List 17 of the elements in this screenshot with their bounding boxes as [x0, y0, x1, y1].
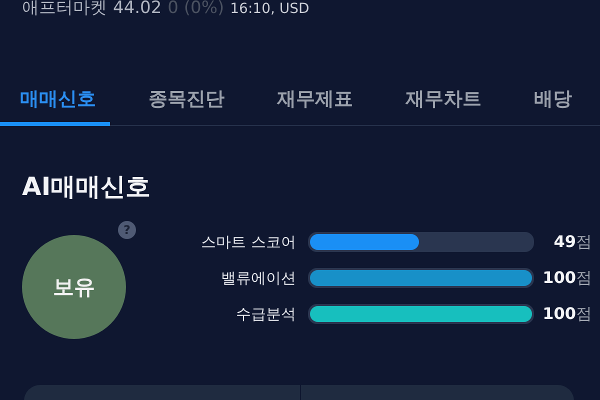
score-label: 밸류에이션	[220, 268, 296, 288]
tab[interactable]: 매매신호	[0, 82, 110, 126]
tab[interactable]: 재무차트	[386, 82, 496, 126]
section-title: AI매매신호	[22, 171, 152, 203]
tab[interactable]: 재무제표	[257, 82, 367, 126]
price: 44.02	[113, 0, 162, 18]
price-change: 0 (0%)	[168, 0, 224, 18]
tab[interactable]: 종목진단	[128, 82, 238, 126]
signal-badge: 보유	[22, 235, 126, 339]
score-label: 수급분석	[235, 304, 296, 324]
score-value: 100점	[542, 304, 592, 324]
tab[interactable]: 배당	[514, 82, 586, 126]
score-value: 49점	[552, 232, 592, 252]
quote-time: 16:10, USD	[230, 1, 310, 17]
score-value: 100점	[542, 268, 592, 288]
market-label: 애프터마켓	[22, 0, 107, 19]
score-label: 스마트 스코어	[200, 232, 296, 252]
